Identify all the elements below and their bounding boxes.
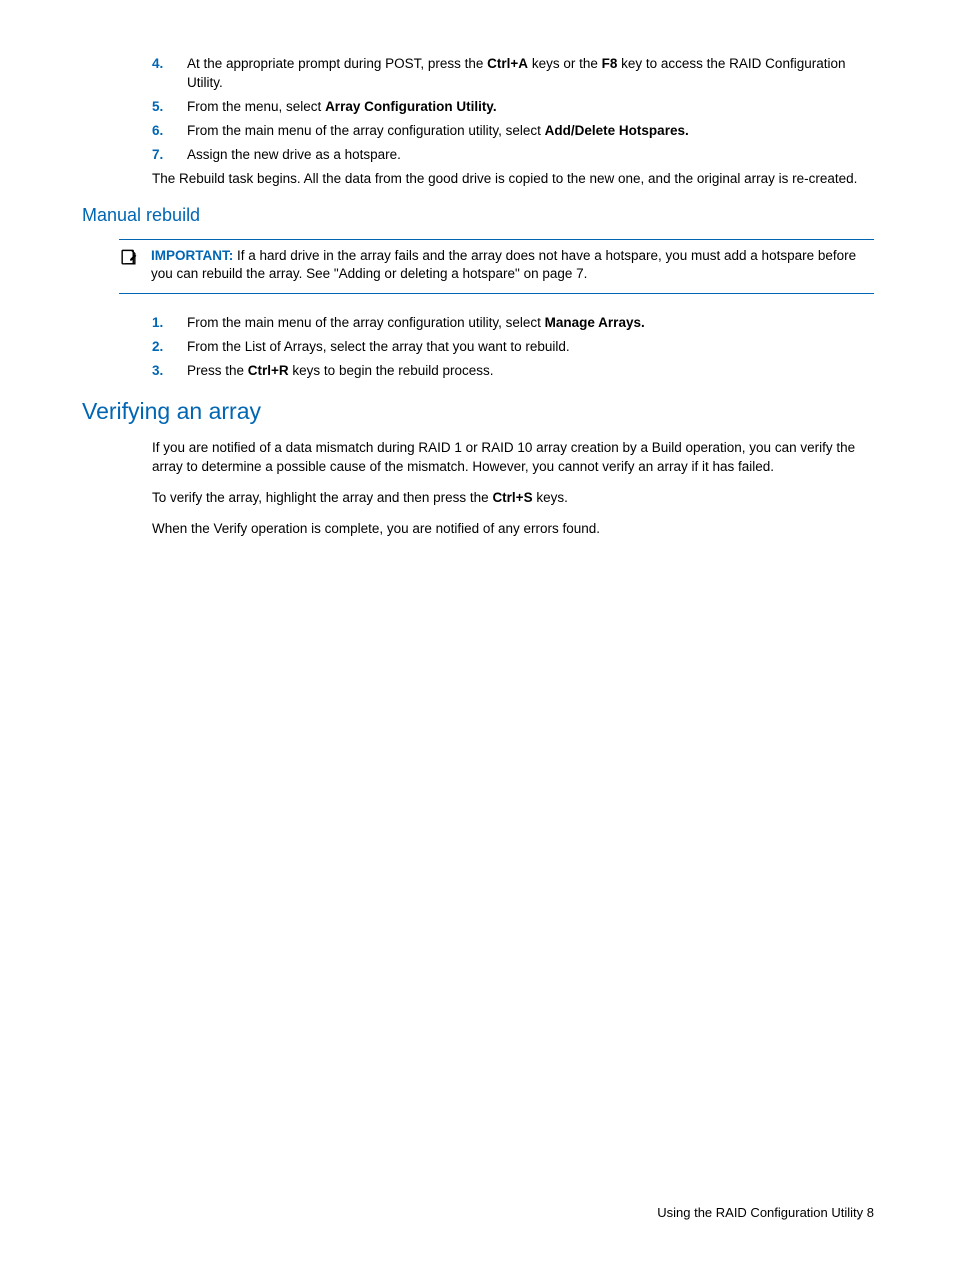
verifying-paragraph-3: When the Verify operation is complete, y… <box>152 520 874 539</box>
step-text: Press the Ctrl+R keys to begin the rebui… <box>187 363 494 378</box>
step-number: 6. <box>152 122 163 141</box>
important-label: IMPORTANT: <box>151 248 233 263</box>
important-note-text: IMPORTANT: If a hard drive in the array … <box>151 247 874 285</box>
step-number: 5. <box>152 98 163 117</box>
step-text: Assign the new drive as a hotspare. <box>187 147 401 162</box>
manual-rebuild-steps: 1. From the main menu of the array confi… <box>152 314 874 381</box>
step-text: From the List of Arrays, select the arra… <box>187 339 570 354</box>
step-number: 7. <box>152 146 163 165</box>
step-number: 4. <box>152 55 163 74</box>
step-1: 1. From the main menu of the array confi… <box>152 314 874 333</box>
step-text: At the appropriate prompt during POST, p… <box>187 56 845 90</box>
rebuild-result-text: The Rebuild task begins. All the data fr… <box>152 170 874 189</box>
verifying-paragraph-1: If you are notified of a data mismatch d… <box>152 439 874 477</box>
important-note: IMPORTANT: If a hard drive in the array … <box>119 239 874 295</box>
step-text: From the menu, select Array Configuratio… <box>187 99 497 114</box>
note-icon <box>119 248 139 285</box>
step-4: 4. At the appropriate prompt during POST… <box>152 55 874 93</box>
verifying-paragraph-2: To verify the array, highlight the array… <box>152 489 874 508</box>
step-text: From the main menu of the array configur… <box>187 123 689 138</box>
step-2: 2. From the List of Arrays, select the a… <box>152 338 874 357</box>
step-7: 7. Assign the new drive as a hotspare. <box>152 146 874 165</box>
step-6: 6. From the main menu of the array confi… <box>152 122 874 141</box>
verifying-array-heading: Verifying an array <box>82 395 874 427</box>
step-number: 3. <box>152 362 163 381</box>
manual-rebuild-heading: Manual rebuild <box>82 203 874 228</box>
page-footer: Using the RAID Configuration Utility 8 <box>657 1204 874 1222</box>
step-3: 3. Press the Ctrl+R keys to begin the re… <box>152 362 874 381</box>
step-number: 2. <box>152 338 163 357</box>
step-text: From the main menu of the array configur… <box>187 315 645 330</box>
step-5: 5. From the menu, select Array Configura… <box>152 98 874 117</box>
step-number: 1. <box>152 314 163 333</box>
steps-continued: 4. At the appropriate prompt during POST… <box>152 55 874 164</box>
